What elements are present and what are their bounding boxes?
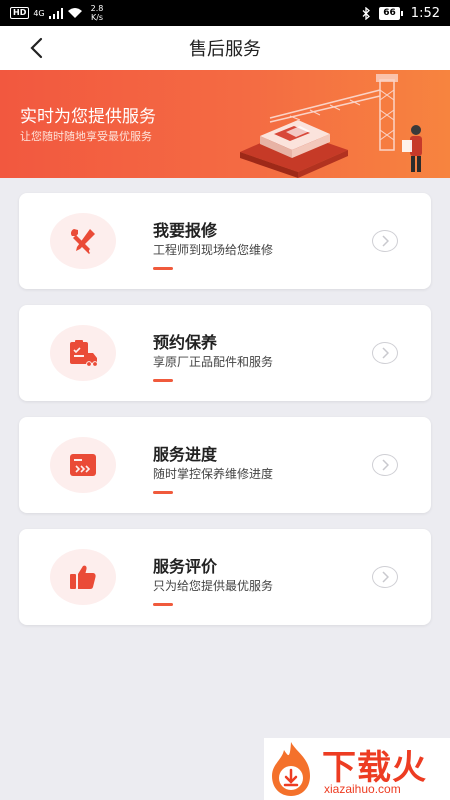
clock: 1:52 — [410, 5, 440, 21]
watermark: 下载火 xiazaihuo.com — [264, 738, 450, 800]
chevron-right-icon — [382, 459, 389, 471]
title-underline — [153, 491, 173, 494]
title-underline — [153, 379, 173, 382]
title-underline — [153, 603, 173, 606]
page-title: 售后服务 — [189, 39, 261, 60]
service-card-maintenance[interactable]: 预约保养 享原厂正品配件和服务 — [19, 305, 431, 401]
banner-illustration — [240, 74, 422, 178]
hd-badge: HD — [10, 7, 30, 19]
maintenance-icon-circle — [50, 325, 116, 381]
service-card-review[interactable]: 服务评价 只为给您提供最优服务 — [19, 529, 431, 625]
repair-tools-icon — [70, 229, 95, 254]
chevron-right-icon — [382, 235, 389, 247]
service-desc: 工程师到现场给您维修 — [153, 243, 274, 257]
chevron-right-button[interactable] — [372, 454, 398, 476]
service-desc: 只为给您提供最优服务 — [153, 579, 274, 593]
truck-checklist-icon — [70, 340, 98, 367]
repair-icon-circle — [50, 213, 116, 269]
title-underline — [153, 267, 173, 270]
review-icon-circle — [50, 549, 116, 605]
battery-level: 66 — [379, 6, 400, 20]
service-title: 服务进度 — [153, 445, 218, 464]
signal-icon — [48, 7, 63, 19]
net-speed-unit: K/s — [90, 13, 104, 22]
service-card-progress[interactable]: 服务进度 随时掌控保养维修进度 — [19, 417, 431, 513]
chevron-right-button[interactable] — [372, 342, 398, 364]
bluetooth-icon — [362, 6, 371, 20]
wifi-icon — [67, 8, 82, 18]
net-speed: 2.8 K/s — [91, 4, 104, 22]
chevron-left-icon — [30, 37, 43, 59]
banner-title: 实时为您提供服务 — [20, 107, 156, 127]
flame-logo-icon — [272, 742, 310, 796]
net-speed-value: 2.8 — [90, 4, 104, 13]
back-button[interactable] — [22, 34, 50, 62]
promo-banner: 实时为您提供服务 让您随时随地享受最优服务 — [0, 70, 450, 178]
signal-type: 4G — [33, 8, 45, 18]
battery-indicator: 66 — [379, 6, 403, 20]
service-desc: 随时掌控保养维修进度 — [153, 467, 274, 481]
progress-screen-icon — [70, 454, 96, 476]
watermark-url: xiazaihuo.com — [324, 782, 401, 796]
chevron-right-icon — [382, 347, 389, 359]
status-left: HD 4G 2.8 K/s — [10, 4, 103, 22]
status-bar: HD 4G 2.8 K/s 66 1:52 — [0, 0, 450, 26]
chevron-right-icon — [382, 571, 389, 583]
service-card-repair[interactable]: 我要报修 工程师到现场给您维修 — [19, 193, 431, 289]
battery-tip — [400, 10, 403, 16]
thumbs-up-icon — [70, 565, 96, 589]
service-title: 预约保养 — [153, 333, 218, 352]
chevron-right-button[interactable] — [372, 566, 398, 588]
chevron-right-button[interactable] — [372, 230, 398, 252]
nav-bar: 售后服务 — [0, 26, 450, 70]
status-right: 66 1:52 — [362, 6, 440, 21]
service-title: 服务评价 — [153, 557, 218, 576]
service-title: 我要报修 — [153, 221, 218, 240]
banner-subtitle: 让您随时随地享受最优服务 — [20, 130, 152, 143]
progress-icon-circle — [50, 437, 116, 493]
service-desc: 享原厂正品配件和服务 — [153, 355, 274, 369]
